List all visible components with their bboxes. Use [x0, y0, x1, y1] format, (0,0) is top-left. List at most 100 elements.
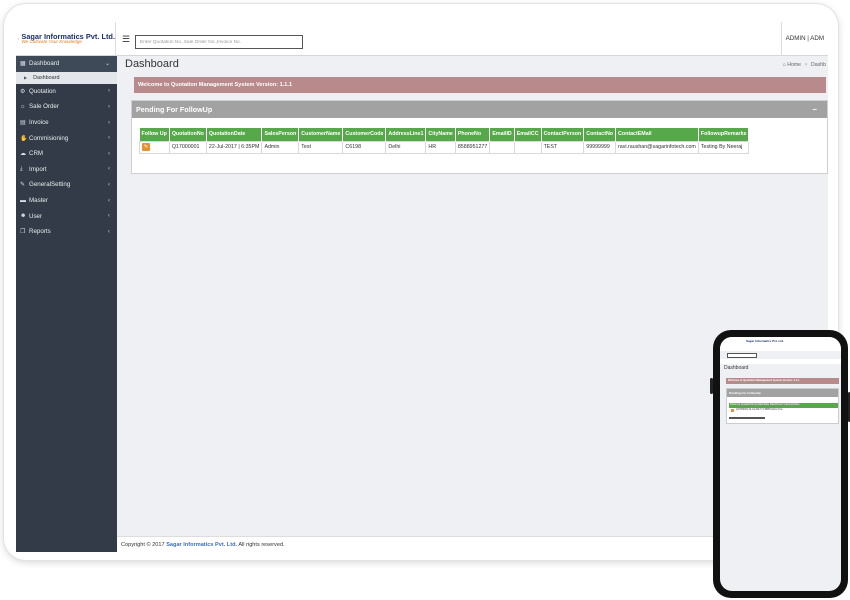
sidebar-item-label: Sale Order: [29, 103, 59, 111]
sidebar-item-user[interactable]: ☻ User ‹: [16, 208, 117, 224]
welcome-banner: Welcome to Quotation Management System V…: [134, 77, 826, 93]
chevron-left-icon: ‹: [108, 119, 110, 126]
sidebar-item-commisioning[interactable]: ✋ Commisioning ‹: [16, 130, 117, 146]
sidebar-item-master[interactable]: ▬ Master ‹: [16, 193, 117, 209]
phone-followup-icon[interactable]: [731, 409, 734, 412]
caret-right-icon: ▶: [24, 75, 28, 81]
table-cell: Admin: [261, 140, 300, 154]
logo-icon: [18, 38, 20, 40]
column-header[interactable]: EmailCC: [514, 128, 542, 141]
breadcrumb-separator: >: [804, 62, 808, 68]
column-header[interactable]: QuotationDate: [206, 128, 263, 141]
phone-panel-title: Pending For FollowUp: [727, 389, 838, 397]
followup-edit-icon[interactable]: ✎: [142, 143, 150, 151]
phone-page-title: Dashboard: [724, 365, 749, 371]
table-cell: [513, 140, 542, 154]
user-menu[interactable]: ADMIN | ADM: [780, 22, 828, 56]
dashboard-icon: ▦: [20, 61, 26, 68]
column-header[interactable]: CustomerName: [298, 128, 344, 141]
column-header[interactable]: EmailID: [489, 128, 515, 141]
footer-copyright: Copyright © 2017: [121, 542, 165, 548]
footer-rights: All rights reserved.: [238, 542, 285, 548]
table-header-row: Follow Up QuotationNo QuotationDate SalesPe…: [139, 128, 750, 141]
thumbs-up-icon: ✋: [20, 135, 28, 142]
chevron-left-icon: ‹: [108, 150, 110, 157]
followup-panel: Pending For FollowUp – Follow Up Quotatio…: [131, 100, 828, 174]
followup-cell[interactable]: ✎: [139, 140, 170, 154]
chevron-left-icon: ‹: [108, 228, 110, 235]
table-cell: ravi.raushan@sagarinfotech.com: [615, 140, 699, 154]
sidebar-item-label: Commisioning: [29, 134, 69, 142]
column-header[interactable]: Follow Up: [139, 128, 170, 141]
followup-table: Follow Up QuotationNo QuotationDate SalesPe…: [139, 128, 750, 154]
sidebar-item-label: CRM: [29, 150, 44, 158]
table-cell: Testing By Neeraj: [697, 140, 750, 154]
menu-toggle-icon[interactable]: ☰: [122, 34, 130, 45]
chevron-left-icon: ‹: [108, 197, 110, 204]
phone-frame: Sagar Informatics Pvt. Ltd. Dashboard We…: [710, 330, 850, 598]
chevron-left-icon: ‹: [108, 88, 110, 95]
column-header[interactable]: AddressLine1: [385, 128, 427, 141]
chevron-left-icon: ‹: [108, 213, 110, 220]
sidebar-item-label: User: [29, 212, 43, 220]
user-icon: ☻: [20, 213, 27, 220]
panel-title: Pending For FollowUp: [136, 105, 213, 114]
column-header[interactable]: CityName: [425, 128, 456, 141]
copy-icon: ❐: [20, 229, 26, 236]
column-header[interactable]: CustomerCode: [342, 128, 387, 141]
app-screen: Sagar Informatics Pvt. Ltd. We Cultivate…: [16, 22, 828, 552]
phone-volume-button: [710, 378, 713, 394]
cog-icon: ☼: [20, 103, 26, 110]
sidebar-item-quotation[interactable]: ⚙ Quotation ‹: [16, 84, 117, 100]
invoice-icon: ▤: [20, 120, 26, 127]
chevron-left-icon: ‹: [108, 181, 110, 188]
column-header[interactable]: QuotationNo: [169, 128, 207, 141]
sidebar-item-invoice[interactable]: ▤ Invoice ‹: [16, 115, 117, 131]
sidebar-item-label: Reports: [29, 228, 51, 236]
column-header[interactable]: ContactNo: [583, 128, 617, 141]
sidebar-item-label: Invoice: [29, 119, 49, 127]
table-cell: Q17000001: [168, 140, 207, 154]
column-header[interactable]: PhoneNo: [455, 128, 491, 141]
phone-header: Sagar Informatics Pvt. Ltd.: [720, 337, 841, 351]
company-logo[interactable]: Sagar Informatics Pvt. Ltd. We Cultivate…: [16, 22, 116, 56]
collapse-button[interactable]: –: [813, 101, 817, 118]
column-header[interactable]: ContactEMail: [615, 128, 699, 141]
table-cell: Test: [298, 140, 344, 154]
table-row: ✎ Q17000001 22-Jul-2017 | 6:35PM Admin Test C…: [139, 140, 750, 154]
sidebar-item-crm[interactable]: ☁ CRM ‹: [16, 146, 117, 162]
phone-breadcrumb-bar: [720, 359, 841, 364]
breadcrumb: ⌂ Home > Dashb: [783, 62, 826, 68]
sidebar-item-label: GeneralSetting: [29, 181, 71, 189]
sidebar-item-label: Master: [29, 197, 48, 205]
sidebar-item-sale-order[interactable]: ☼ Sale Order ‹: [16, 99, 117, 115]
sidebar-item-reports[interactable]: ❐ Reports ‹: [16, 224, 117, 240]
table-cell: HR: [425, 140, 456, 154]
table-cell: [489, 140, 515, 154]
table-cell: Delhi: [385, 140, 427, 154]
footer-brand-link[interactable]: Sagar Informatics Pvt. Ltd.: [166, 542, 237, 548]
column-header[interactable]: SalesPerson: [261, 128, 300, 141]
chevron-down-icon: ⌄: [104, 61, 110, 68]
column-header[interactable]: FollowupRemarks: [698, 128, 750, 141]
phone-search-input[interactable]: [727, 353, 757, 358]
table-cell: C6198: [342, 140, 387, 154]
search-input[interactable]: [135, 35, 303, 49]
logo-tagline: We Cultivate Your Knowledge: [21, 39, 82, 45]
table-cell: 22-Jul-2017 | 6:35PM: [205, 140, 263, 154]
sidebar-item-import[interactable]: ⤓ Import ‹: [16, 162, 117, 178]
sidebar-item-generalsetting[interactable]: ✎ GeneralSetting ‹: [16, 177, 117, 193]
phone-scrollbar[interactable]: [729, 417, 765, 419]
phone-logo: Sagar Informatics Pvt. Ltd.: [746, 339, 785, 343]
breadcrumb-home[interactable]: Home: [787, 62, 801, 68]
phone-followup-panel: Pending For FollowUp Follow Up Quotation…: [726, 388, 839, 424]
sidebar-item-label: Quotation: [29, 87, 56, 95]
column-header[interactable]: ContactPerson: [541, 128, 585, 141]
sidebar-subitem-dashboard[interactable]: ▶ Dashboard: [16, 71, 117, 84]
download-icon: ⤓: [20, 165, 23, 172]
wrench-icon: ✎: [20, 182, 26, 189]
table-cell: 99999999: [583, 140, 617, 154]
top-header: Sagar Informatics Pvt. Ltd. We Cultivate…: [16, 22, 828, 56]
sidebar-item-dashboard[interactable]: ▦ Dashboard ⌄: [16, 56, 117, 72]
chevron-left-icon: ‹: [108, 135, 110, 142]
